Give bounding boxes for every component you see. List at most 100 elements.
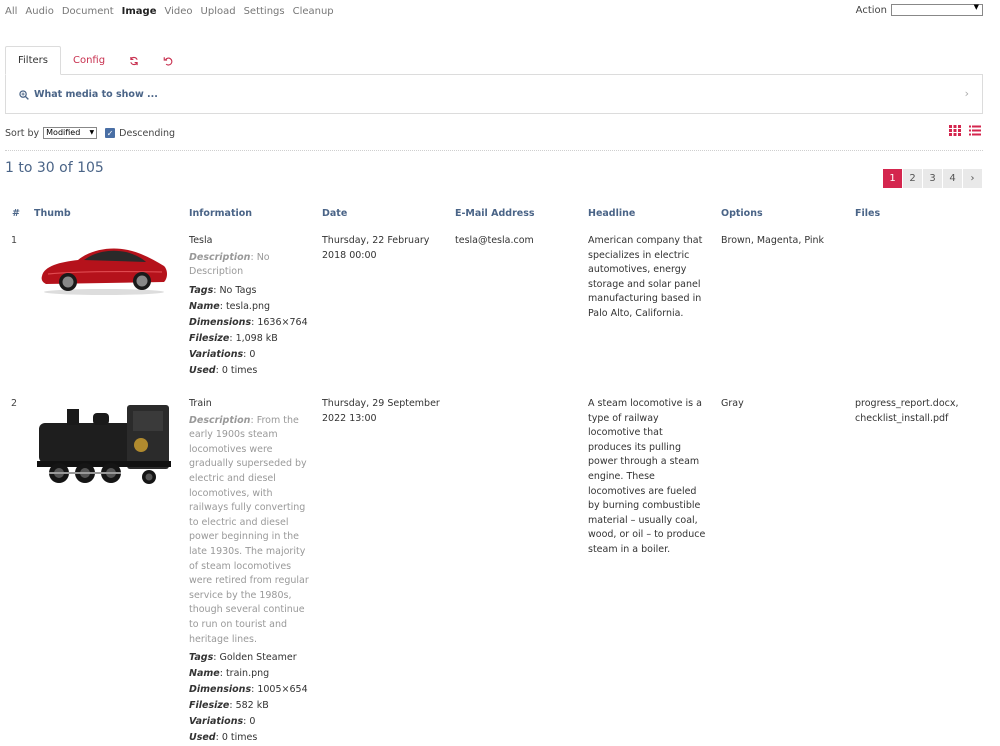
tab-filters[interactable]: Filters bbox=[5, 46, 61, 75]
filter-panel[interactable]: What media to show ... › bbox=[5, 74, 983, 114]
filesize-label: Filesize bbox=[189, 332, 230, 344]
col-options[interactable]: Options bbox=[721, 208, 763, 219]
nav-cleanup[interactable]: Cleanup bbox=[293, 6, 334, 17]
date-cell: Thursday, 22 February 2018 00:00 bbox=[322, 235, 430, 261]
item-filesize: Filesize: 1,098 kB bbox=[189, 332, 278, 344]
dimensions-label: Dimensions bbox=[189, 316, 252, 328]
nav-video[interactable]: Video bbox=[165, 6, 193, 17]
filesize-value: 582 kB bbox=[235, 700, 269, 712]
tab-config[interactable]: Config bbox=[61, 46, 117, 75]
item-description: Description: No Description bbox=[189, 251, 270, 278]
tags-label: Tags bbox=[189, 284, 214, 296]
nav-audio[interactable]: Audio bbox=[25, 6, 53, 17]
pagination: 1 2 3 4 › bbox=[883, 169, 983, 188]
tags-label: Tags bbox=[189, 652, 214, 664]
zoom-search-icon bbox=[19, 89, 29, 100]
item-variations: Variations: 0 bbox=[189, 716, 256, 728]
item-used: Used: 0 times bbox=[189, 732, 258, 744]
dimensions-value: 1005×654 bbox=[257, 684, 308, 696]
sort-controls: Sort by Modified ▼ ✓ Descending bbox=[5, 127, 175, 139]
page-1[interactable]: 1 bbox=[883, 169, 903, 188]
description-label: Description bbox=[189, 251, 251, 263]
col-headline[interactable]: Headline bbox=[588, 208, 635, 219]
nav-image[interactable]: Image bbox=[122, 6, 157, 17]
sort-select[interactable]: Modified ▼ bbox=[43, 127, 98, 139]
col-num: # bbox=[12, 208, 20, 219]
nav-document[interactable]: Document bbox=[62, 6, 114, 17]
col-info[interactable]: Information bbox=[189, 208, 252, 219]
nav-all[interactable]: All bbox=[5, 6, 17, 17]
date-cell: Thursday, 29 September 2022 13:00 bbox=[322, 398, 440, 424]
what-media-label: What media to show ... bbox=[34, 89, 158, 100]
headline-cell: American company that specializes in ele… bbox=[588, 235, 703, 319]
variations-value: 0 bbox=[249, 348, 256, 360]
files-cell[interactable]: progress_report.docx, checklist_install.… bbox=[855, 397, 980, 426]
nav-settings[interactable]: Settings bbox=[244, 6, 285, 17]
page-next[interactable]: › bbox=[963, 169, 983, 188]
page-3[interactable]: 3 bbox=[923, 169, 943, 188]
tesla-thumbnail[interactable] bbox=[38, 238, 170, 296]
item-tags: Tags: No Tags bbox=[189, 284, 257, 296]
action-label: Action bbox=[855, 4, 887, 16]
col-files[interactable]: Files bbox=[855, 208, 880, 219]
train-thumbnail[interactable] bbox=[37, 397, 173, 489]
options-cell: Gray bbox=[721, 398, 744, 409]
undo-icon bbox=[163, 56, 173, 66]
dimensions-value: 1636×764 bbox=[257, 316, 308, 328]
divider bbox=[5, 150, 983, 151]
item-variations: Variations: 0 bbox=[189, 348, 256, 360]
name-value: tesla.png bbox=[225, 300, 271, 312]
grid-view-icon[interactable] bbox=[949, 125, 961, 136]
dropdown-arrow-icon: ▼ bbox=[89, 129, 95, 136]
refresh-icon bbox=[130, 56, 138, 65]
description-label: Description bbox=[189, 414, 251, 426]
page-4[interactable]: 4 bbox=[943, 169, 963, 188]
used-value: 0 times bbox=[221, 364, 258, 376]
row-number: 1 bbox=[11, 235, 18, 246]
item-description: Description: From the early 1900s steam … bbox=[189, 414, 309, 645]
email-cell[interactable]: tesla@tesla.com bbox=[455, 234, 580, 249]
nav-upload[interactable]: Upload bbox=[201, 6, 236, 17]
descending-checkbox[interactable]: ✓ bbox=[105, 128, 116, 138]
item-used: Used: 0 times bbox=[189, 364, 258, 376]
filesize-label: Filesize bbox=[189, 700, 230, 712]
name-label: Name bbox=[189, 300, 220, 312]
tags-value: Golden Steamer bbox=[219, 652, 297, 664]
variations-label: Variations bbox=[189, 716, 244, 728]
item-name: Name: train.png bbox=[189, 668, 270, 680]
used-value: 0 times bbox=[221, 732, 258, 744]
variations-value: 0 bbox=[249, 716, 256, 728]
dimensions-label: Dimensions bbox=[189, 684, 252, 696]
descending-label: Descending bbox=[119, 127, 176, 139]
item-name: Name: tesla.png bbox=[189, 300, 271, 312]
item-tags: Tags: Golden Steamer bbox=[189, 652, 297, 664]
used-label: Used bbox=[189, 364, 216, 376]
chevron-right-icon: › bbox=[964, 87, 969, 100]
reset-button[interactable] bbox=[151, 46, 185, 75]
item-title[interactable]: Tesla bbox=[189, 234, 314, 249]
sort-value: Modified bbox=[46, 128, 81, 137]
col-email[interactable]: E-Mail Address bbox=[455, 208, 535, 219]
filter-tabs: Filters Config bbox=[5, 46, 185, 75]
list-view-icon[interactable] bbox=[969, 125, 981, 136]
refresh-button[interactable] bbox=[117, 46, 151, 75]
description-value: From the early 1900s steam locomotives w… bbox=[189, 414, 309, 645]
what-media-toggle[interactable]: What media to show ... bbox=[19, 89, 158, 100]
action-control: Action ▼ bbox=[855, 3, 983, 16]
sort-label: Sort by bbox=[5, 127, 40, 139]
row-number: 2 bbox=[11, 398, 18, 409]
name-value: train.png bbox=[225, 668, 270, 680]
col-thumb[interactable]: Thumb bbox=[34, 208, 71, 219]
info-cell: Train Description: From the early 1900s … bbox=[189, 397, 314, 746]
used-label: Used bbox=[189, 732, 216, 744]
dropdown-arrow-icon: ▼ bbox=[973, 3, 979, 11]
filesize-value: 1,098 kB bbox=[235, 332, 278, 344]
headline-cell: A steam locomotive is a type of railway … bbox=[588, 398, 706, 555]
options-cell: Brown, Magenta, Pink bbox=[721, 235, 825, 246]
media-type-nav: All Audio Document Image Video Upload Se… bbox=[5, 6, 342, 17]
col-date[interactable]: Date bbox=[322, 208, 347, 219]
page-2[interactable]: 2 bbox=[903, 169, 923, 188]
item-title[interactable]: Train bbox=[189, 397, 314, 412]
action-select[interactable]: ▼ bbox=[891, 3, 983, 16]
view-toggle bbox=[949, 125, 981, 136]
